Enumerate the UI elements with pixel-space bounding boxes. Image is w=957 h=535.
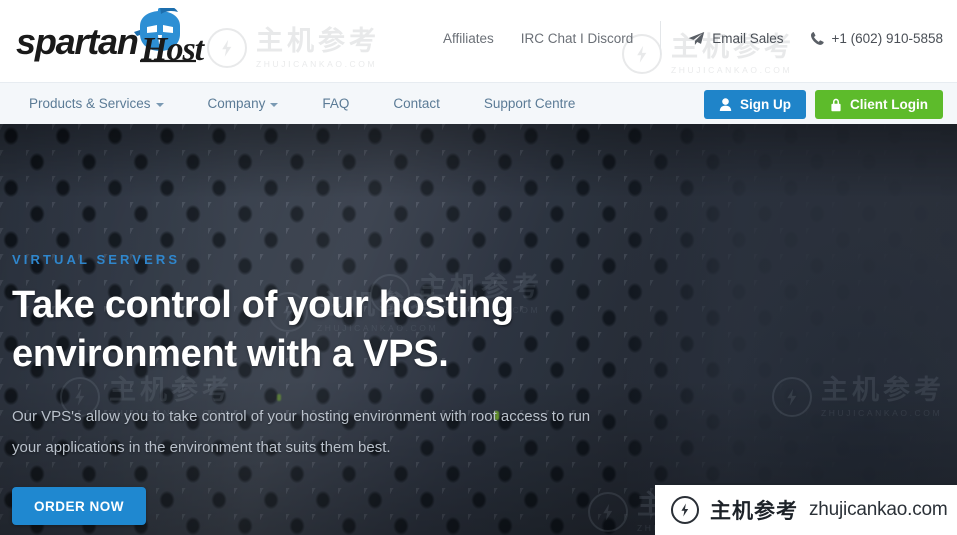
nav-label: Company bbox=[207, 96, 266, 111]
watermark-cn-text: 主机参考 bbox=[256, 26, 380, 56]
nav-label: Support Centre bbox=[483, 96, 576, 111]
hero-headline: Take control of your hosting environment… bbox=[12, 284, 514, 375]
header-link-affiliates[interactable]: Affiliates bbox=[443, 31, 494, 46]
phone-link[interactable]: +1 (602) 910-5858 bbox=[810, 31, 943, 46]
watermark-bar-cn-text: 主机参考 bbox=[710, 500, 798, 523]
header-link-irc-chat-discord[interactable]: IRC Chat I Discord bbox=[521, 31, 634, 46]
nav-label: Products & Services bbox=[29, 96, 151, 111]
spartan-helmet-icon: spartan Host bbox=[16, 8, 207, 68]
nav-label: Contact bbox=[393, 96, 440, 111]
paper-plane-icon bbox=[688, 31, 705, 45]
site-header: 主机参考 ZHUJICANKAO.COM 主机参考 ZHUJICANKAO.CO… bbox=[0, 0, 957, 82]
header-links: Affiliates IRC Chat I Discord Email Sale… bbox=[443, 0, 943, 76]
phone-icon bbox=[810, 31, 824, 45]
watermark-header-left: 主机参考 ZHUJICANKAO.COM bbox=[207, 28, 380, 69]
sign-up-label: Sign Up bbox=[740, 97, 791, 112]
nav-item-company[interactable]: Company bbox=[208, 96, 279, 111]
site-logo[interactable]: spartan Host bbox=[14, 8, 209, 68]
circle-bolt-icon bbox=[207, 28, 247, 69]
svg-text:spartan: spartan bbox=[16, 21, 138, 62]
nav-item-faq[interactable]: FAQ bbox=[322, 96, 349, 111]
hero-content: VIRTUAL SERVERS Take control of your hos… bbox=[0, 124, 957, 525]
svg-text:Host: Host bbox=[140, 31, 206, 68]
nav-item-support-centre[interactable]: Support Centre bbox=[484, 96, 576, 111]
watermark-bar-url-text: zhujicankao.com bbox=[809, 499, 948, 520]
main-navbar: Products & Services Company FAQ Contact … bbox=[0, 82, 957, 124]
client-login-button[interactable]: Client Login bbox=[815, 90, 943, 119]
user-icon bbox=[719, 98, 732, 111]
order-now-button[interactable]: ORDER NOW bbox=[12, 487, 146, 525]
phone-number-label: +1 (602) 910-5858 bbox=[831, 30, 943, 46]
chevron-down-icon bbox=[155, 102, 164, 107]
watermark-en-text: ZHUJICANKAO.COM bbox=[256, 59, 378, 69]
hero-eyebrow: VIRTUAL SERVERS bbox=[12, 252, 181, 267]
nav-item-products-services[interactable]: Products & Services bbox=[29, 96, 164, 111]
lock-icon bbox=[831, 98, 841, 111]
nav-links: Products & Services Company FAQ Contact … bbox=[0, 96, 619, 111]
hero-banner: 主机参考 ZHUJICANKAO.COM 主机参考 ZHUJICANKAO.CO… bbox=[0, 124, 957, 535]
chevron-down-icon bbox=[270, 102, 279, 107]
client-login-label: Client Login bbox=[850, 97, 928, 112]
header-divider bbox=[660, 21, 662, 55]
watermark-bar: 主机参考 zhujicankao.com bbox=[655, 483, 957, 535]
sign-up-button[interactable]: Sign Up bbox=[704, 90, 806, 119]
hero-subtext: Our VPS's allow you to take control of y… bbox=[12, 408, 591, 456]
circle-bolt-icon bbox=[671, 496, 699, 524]
nav-item-contact[interactable]: Contact bbox=[393, 96, 440, 111]
nav-label: FAQ bbox=[322, 96, 350, 111]
page-root: 主机参考 ZHUJICANKAO.COM 主机参考 ZHUJICANKAO.CO… bbox=[0, 0, 957, 535]
email-sales-link[interactable]: Email Sales bbox=[688, 30, 784, 46]
email-sales-label: Email Sales bbox=[712, 30, 784, 46]
nav-action-buttons: Sign Up Client Login bbox=[704, 90, 943, 119]
